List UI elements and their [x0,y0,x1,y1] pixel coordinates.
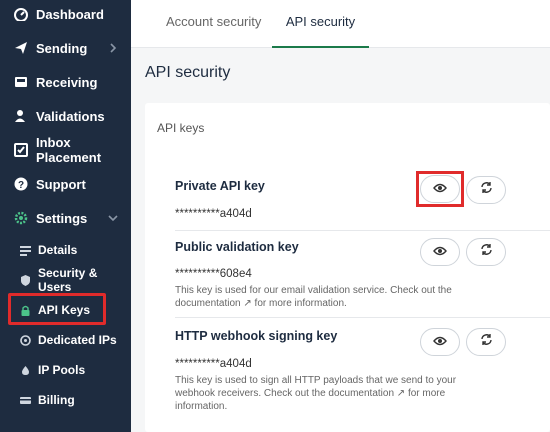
refresh-icon [480,243,493,261]
eye-icon [433,333,447,351]
inbox-icon [14,75,28,89]
sidebar-item-label: Settings [36,210,88,226]
regenerate-key-button[interactable] [466,328,506,356]
svg-text:?: ? [18,180,24,191]
key-value: **********a404d [175,358,252,370]
card-title: API keys [157,121,205,135]
sidebar-subitem-billing[interactable]: Billing [0,388,131,412]
main-content: Account security API security API securi… [131,0,550,432]
regenerate-key-button[interactable] [466,238,506,266]
chevron-down-icon [107,212,119,224]
sidebar-item-label: Validations [36,108,105,124]
sidebar-item-support[interactable]: ? Support [0,170,131,198]
reveal-key-button[interactable] [420,328,460,356]
key-value: **********a404d [175,208,252,220]
sidebar-item-label: Support [36,176,86,192]
webhook-signing-key-block: HTTP webhook signing key **********a404d… [175,329,515,419]
sidebar-item-label: Inbox Placement [36,135,102,165]
sidebar-item-label: Receiving [36,74,98,90]
help-icon: ? [14,177,28,191]
sidebar-item-settings[interactable]: Settings [0,204,131,232]
tab-api-security[interactable]: API security [272,0,369,48]
billing-icon [20,395,31,406]
sidebar-item-label: Sending [36,40,88,56]
sidebar-item-receiving[interactable]: Receiving [0,68,131,96]
sidebar-item-label: Dashboard [36,6,104,22]
chevron-right-icon [107,42,119,54]
regenerate-key-button[interactable] [466,176,506,204]
key-description: This key is used to sign all HTTP payloa… [175,375,457,412]
divider [175,230,550,231]
key-label: HTTP webhook signing key [175,329,338,343]
reveal-key-button[interactable] [420,175,460,203]
page-title: API security [145,64,231,81]
ip-icon [20,334,31,346]
sidebar-subitem-label: Security & Users [38,266,98,294]
key-value: **********608e4 [175,268,252,280]
reveal-key-button[interactable] [420,238,460,266]
list-icon [20,245,31,256]
user-check-icon [14,109,28,123]
gear-icon [14,211,28,225]
sidebar-subitem-security-users[interactable]: Security & Users [0,266,131,294]
refresh-icon [480,333,493,351]
sidebar-subitem-label: Billing [38,393,75,407]
sidebar-subitem-details[interactable]: Details [0,238,131,262]
eye-icon [433,180,447,198]
private-api-key-block: Private API key **********a404d [175,179,515,220]
api-keys-highlight-box [8,293,106,325]
key-label: Private API key [175,179,265,193]
sidebar-subitem-label: Dedicated IPs [38,333,117,347]
sidebar-item-inbox-placement[interactable]: Inbox Placement [0,135,131,165]
api-keys-card: API keys Private API key **********a404d… [145,103,550,432]
eye-icon [433,243,447,261]
tab-account-security[interactable]: Account security [166,0,261,48]
refresh-icon [480,181,493,199]
sidebar-subitem-ip-pools[interactable]: IP Pools [0,358,131,382]
public-validation-key-block: Public validation key **********608e4 Th… [175,240,515,315]
sidebar: Dashboard Sending Receiving Validations … [0,0,131,432]
sidebar-item-sending[interactable]: Sending [0,34,131,62]
dashboard-icon [14,7,28,21]
tab-bar: Account security API security [131,0,550,48]
sidebar-subitem-label: IP Pools [38,363,86,377]
sidebar-subitem-dedicated-ips[interactable]: Dedicated IPs [0,328,131,352]
send-icon [14,41,28,55]
sidebar-item-validations[interactable]: Validations [0,102,131,130]
key-label: Public validation key [175,240,299,254]
sidebar-subitem-label: Details [38,243,78,257]
key-description: This key is used for our email validatio… [175,285,452,309]
sidebar-item-dashboard[interactable]: Dashboard [0,0,131,28]
checkbox-icon [14,143,28,157]
divider [175,317,550,318]
pool-icon [20,365,31,376]
shield-icon [20,274,31,286]
